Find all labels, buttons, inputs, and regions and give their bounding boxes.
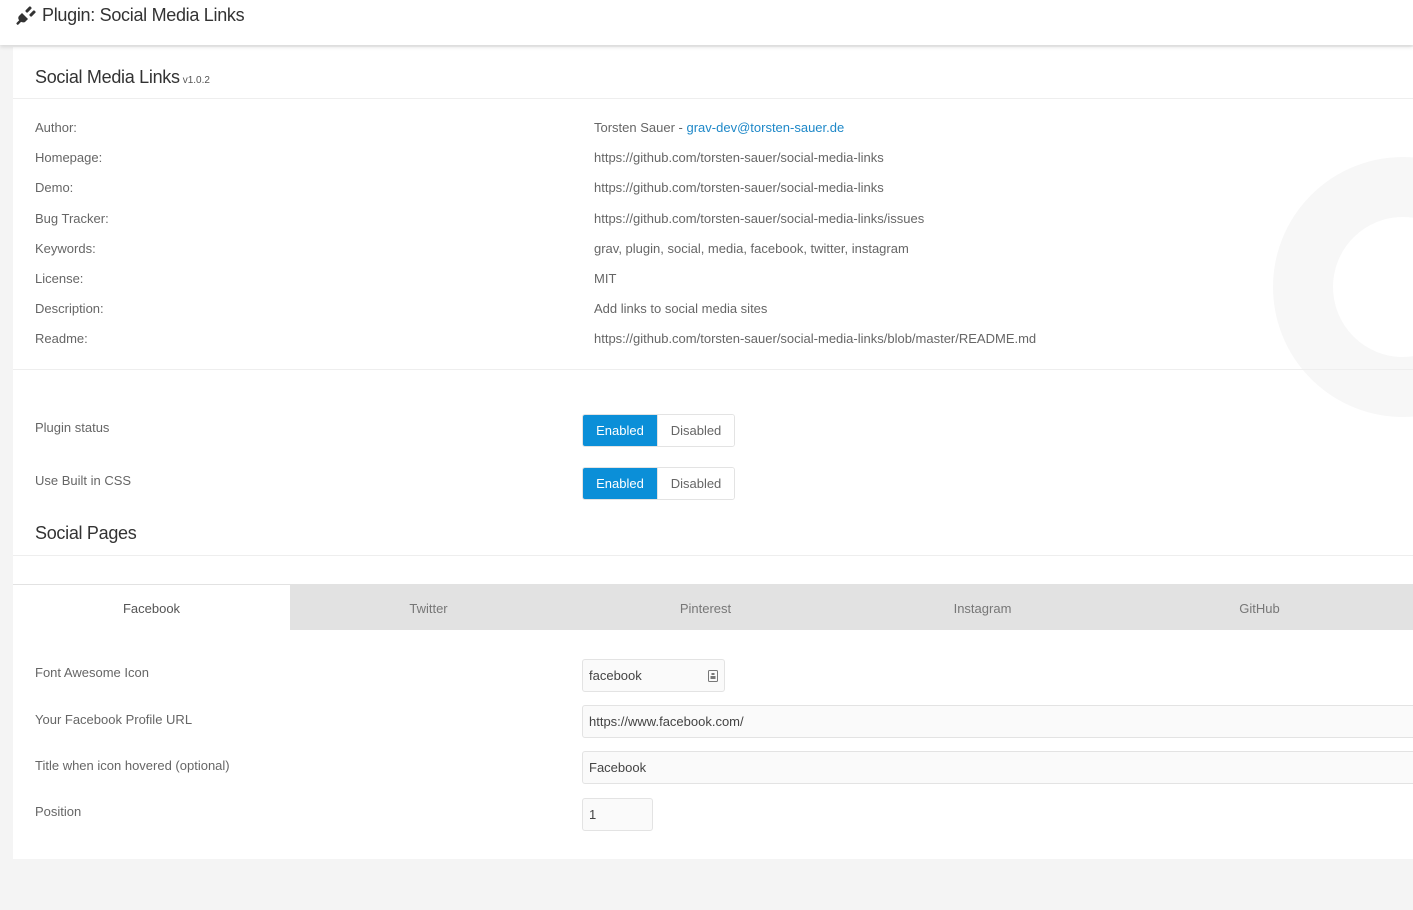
license-value: MIT [594, 271, 617, 286]
plug-icon [16, 6, 36, 25]
page-title: Plugin: Social Media Links [42, 5, 245, 25]
plugin-status-toggle: Enabled Disabled [582, 414, 735, 447]
divider [13, 555, 1413, 556]
tab-instagram[interactable]: Instagram [844, 585, 1121, 631]
info-row-keywords: Keywords: grav, plugin, social, media, f… [13, 241, 1413, 263]
description-value: Add links to social media sites [594, 301, 768, 316]
plugin-panel: Social Media Links v1.0.2 Author: Torsten… [13, 47, 1413, 859]
info-row-demo: Demo: https://github.com/torsten-sauer/s… [13, 180, 1413, 202]
profile-url-input[interactable]: https://www.facebook.com/ [582, 705, 1413, 738]
plugin-status-disabled-button[interactable]: Disabled [657, 415, 734, 446]
plugin-name: Social Media Links [35, 67, 180, 87]
tab-facebook[interactable]: Facebook [13, 585, 290, 631]
info-value: Torsten Sauer - grav-dev@torsten-sauer.d… [594, 120, 844, 135]
social-pages-title: Social Pages [35, 523, 137, 543]
title-input-value: Facebook [589, 760, 647, 775]
url-input-value: https://www.facebook.com/ [589, 714, 744, 729]
tab-twitter[interactable]: Twitter [290, 585, 567, 631]
builtin-css-label: Use Built in CSS [35, 473, 132, 488]
plugin-version: v1.0.2 [182, 75, 210, 86]
bug-tracker-link[interactable]: https://github.com/torsten-sauer/social-… [594, 211, 924, 226]
builtin-css-toggle: Enabled Disabled [582, 467, 735, 500]
info-label: Readme: [35, 331, 88, 346]
builtin-css-disabled-button[interactable]: Disabled [657, 468, 734, 499]
info-label: Description: [35, 301, 104, 316]
url-field-label: Your Facebook Profile URL [35, 712, 193, 727]
info-label: Author: [35, 120, 77, 135]
info-label: Bug Tracker: [35, 211, 109, 226]
hover-title-input[interactable]: Facebook [582, 751, 1413, 784]
icon-input-value: facebook [589, 668, 642, 683]
builtin-css-enabled-button[interactable]: Enabled [583, 468, 657, 499]
info-row-license: License: MIT [13, 271, 1413, 293]
top-bar: Plugin: Social Media Links [0, 0, 1413, 45]
info-row-bug-tracker: Bug Tracker: https://github.com/torsten-… [13, 211, 1413, 233]
info-row-author: Author: Torsten Sauer - grav-dev@torsten… [13, 120, 1413, 142]
position-input-value: 1 [589, 807, 597, 822]
demo-link[interactable]: https://github.com/torsten-sauer/social-… [594, 180, 884, 195]
position-input[interactable]: 1 [582, 798, 653, 831]
info-label: Keywords: [35, 241, 96, 256]
author-email-link[interactable]: grav-dev@torsten-sauer.de [687, 120, 845, 135]
plugin-status-enabled-button[interactable]: Enabled [583, 415, 657, 446]
homepage-link[interactable]: https://github.com/torsten-sauer/social-… [594, 150, 884, 165]
info-row-description: Description: Add links to social media s… [13, 301, 1413, 323]
title-field-label: Title when icon hovered (optional) [35, 758, 230, 773]
keywords-value: grav, plugin, social, media, facebook, t… [594, 241, 909, 256]
plugin-header: Social Media Links v1.0.2 [35, 67, 210, 88]
tab-pinterest[interactable]: Pinterest [567, 585, 844, 631]
social-tabs: Facebook Twitter Pinterest Instagram Git… [13, 584, 1413, 631]
icon-field-label: Font Awesome Icon [35, 665, 149, 680]
divider [13, 98, 1413, 99]
position-field-label: Position [35, 804, 82, 819]
author-name: Torsten Sauer - [594, 120, 687, 135]
tab-github[interactable]: GitHub [1121, 585, 1398, 631]
info-label: Homepage: [35, 150, 103, 165]
icon-picker-icon[interactable] [702, 660, 724, 691]
info-row-homepage: Homepage: https://github.com/torsten-sau… [13, 150, 1413, 172]
info-label: License: [35, 271, 84, 286]
info-label: Demo: [35, 180, 74, 195]
font-awesome-icon-input[interactable]: facebook [582, 659, 725, 692]
plugin-status-label: Plugin status [35, 420, 110, 435]
divider [13, 369, 1413, 370]
readme-link[interactable]: https://github.com/torsten-sauer/social-… [594, 331, 1036, 346]
info-row-readme: Readme: https://github.com/torsten-sauer… [13, 331, 1413, 353]
